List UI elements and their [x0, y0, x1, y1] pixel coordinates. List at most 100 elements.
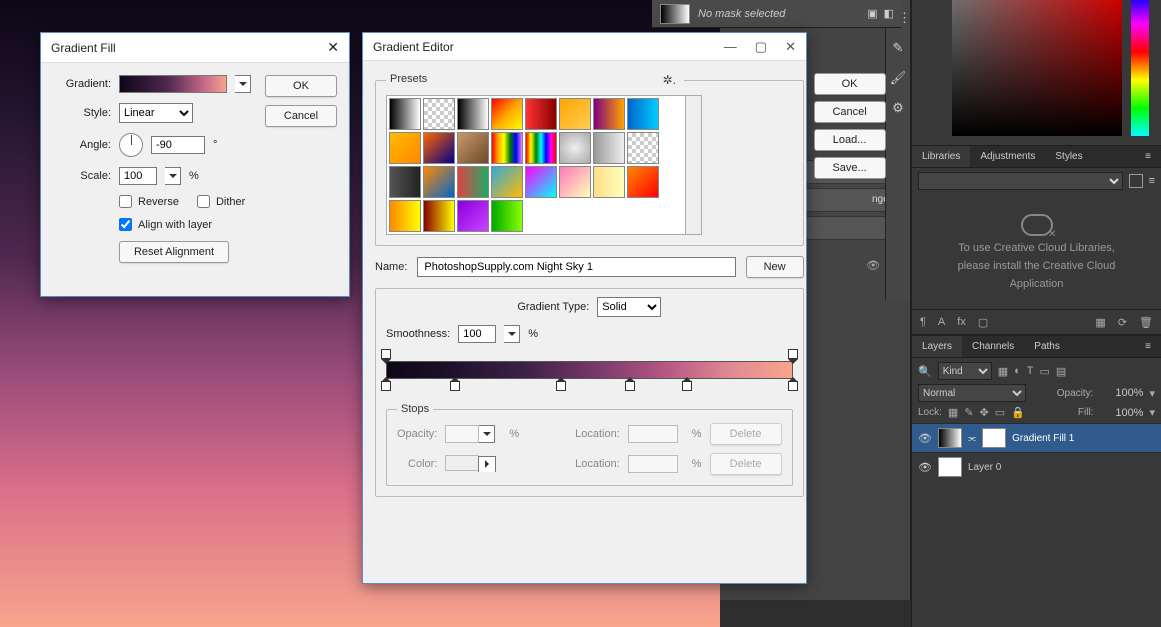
close-icon[interactable]: ✕ — [785, 39, 796, 55]
preset-swatch[interactable] — [423, 200, 455, 232]
tab-layers[interactable]: Layers — [912, 336, 962, 357]
align-checkbox[interactable]: Align with layer — [119, 218, 212, 231]
preset-swatch[interactable] — [423, 132, 455, 164]
eyedropper-icon[interactable]: ✎ — [893, 40, 904, 56]
tab-styles[interactable]: Styles — [1045, 146, 1092, 167]
minimize-icon[interactable]: — — [724, 39, 737, 55]
preset-swatch[interactable] — [627, 132, 659, 164]
layer-row[interactable]: 👁 Layer 0 — [912, 452, 1161, 481]
preset-swatch[interactable] — [389, 200, 421, 232]
brush-icon[interactable]: 🖌 — [890, 70, 907, 86]
gradient-swatch[interactable] — [119, 75, 227, 93]
color-stop[interactable] — [625, 381, 635, 391]
reverse-checkbox[interactable]: Reverse — [119, 195, 179, 208]
layer-row[interactable]: 👁 ⫘ Gradient Fill 1 — [912, 423, 1161, 452]
gear-icon[interactable]: ⚙ — [892, 100, 904, 116]
reset-alignment-button[interactable]: Reset Alignment — [119, 241, 229, 263]
gradient-bar[interactable] — [386, 349, 793, 389]
preset-swatch[interactable] — [457, 132, 489, 164]
sat-val-field[interactable] — [952, 0, 1122, 136]
list-view-icon[interactable]: ≡ — [1149, 175, 1155, 187]
preset-swatch[interactable] — [559, 166, 591, 198]
preset-swatch[interactable] — [559, 98, 591, 130]
preset-swatch[interactable] — [593, 166, 625, 198]
panel-menu-icon[interactable]: ≡ — [1135, 336, 1161, 357]
dither-checkbox[interactable]: Dither — [197, 195, 245, 208]
color-stop[interactable] — [788, 381, 798, 391]
preset-swatch[interactable] — [627, 98, 659, 130]
preset-swatch[interactable] — [593, 98, 625, 130]
filter-type-icon[interactable]: T — [1027, 365, 1034, 377]
preset-swatch[interactable] — [525, 166, 557, 198]
tab-libraries[interactable]: Libraries — [912, 146, 970, 167]
preset-swatch[interactable] — [457, 98, 489, 130]
scale-input[interactable] — [119, 167, 157, 185]
gradient-preview[interactable] — [386, 361, 793, 379]
scrollbar[interactable] — [686, 95, 702, 235]
smoothness-dropdown-icon[interactable] — [504, 325, 520, 343]
lock-brush-icon[interactable]: ✎ — [964, 406, 973, 419]
dialog-titlebar[interactable]: Gradient Editor — ▢ ✕ — [363, 33, 806, 61]
preset-swatch[interactable] — [389, 166, 421, 198]
preset-swatch[interactable] — [491, 132, 523, 164]
preset-swatch[interactable] — [389, 132, 421, 164]
trash-icon[interactable]: 🗑 — [1139, 316, 1153, 329]
chevron-down-icon[interactable]: ▾ — [1149, 387, 1155, 400]
lock-artboard-icon[interactable]: ▭ — [995, 406, 1005, 419]
new-button[interactable]: New — [746, 256, 804, 278]
color-stop[interactable] — [450, 381, 460, 391]
preset-swatch[interactable] — [627, 166, 659, 198]
grid-view-icon[interactable] — [1129, 174, 1143, 188]
style-box-icon[interactable]: ▢ — [978, 316, 988, 329]
panel-menu-icon[interactable]: ≡ — [1135, 146, 1161, 167]
save-button[interactable]: Save... — [814, 157, 886, 179]
character-icon[interactable]: A — [938, 316, 945, 328]
hue-slider[interactable] — [1131, 0, 1149, 136]
opacity-stop[interactable] — [381, 349, 391, 359]
preset-swatch[interactable] — [457, 200, 489, 232]
link-icon[interactable]: ⫘ — [968, 433, 976, 444]
color-stop[interactable] — [556, 381, 566, 391]
filter-pixels-icon[interactable]: ▦ — [998, 365, 1008, 378]
cancel-button[interactable]: Cancel — [265, 105, 337, 127]
visibility-toggle-icon[interactable]: 👁 — [918, 461, 932, 474]
maximize-icon[interactable]: ▢ — [755, 39, 767, 55]
layer-thumb[interactable] — [938, 457, 962, 477]
preset-swatch[interactable] — [389, 98, 421, 130]
opacity-stop[interactable] — [788, 349, 798, 359]
style-select[interactable]: Linear — [119, 103, 193, 123]
gradient-dropdown-icon[interactable] — [235, 75, 251, 93]
preset-swatch[interactable] — [423, 98, 455, 130]
3d-icon[interactable]: ▦ — [1095, 316, 1105, 329]
layers-filter-kind[interactable]: Kind — [938, 362, 992, 380]
mask-rect-icon[interactable]: ◧ — [884, 7, 894, 20]
ok-button[interactable]: OK — [265, 75, 337, 97]
filter-adjust-icon[interactable]: ◐ — [1014, 365, 1021, 377]
filter-smart-icon[interactable]: ▤ — [1056, 365, 1066, 378]
lock-trans-icon[interactable]: ▦ — [948, 406, 958, 419]
chevron-down-icon[interactable]: ▾ — [1149, 406, 1155, 419]
lock-all-icon[interactable]: 🔒 — [1011, 406, 1025, 419]
tab-adjustments[interactable]: Adjustments — [970, 146, 1045, 167]
gradient-type-select[interactable]: Solid — [597, 297, 661, 317]
scale-dropdown-icon[interactable] — [165, 167, 181, 185]
color-picker[interactable] — [912, 0, 1161, 145]
color-stop[interactable] — [381, 381, 391, 391]
preset-swatch[interactable] — [457, 166, 489, 198]
smoothness-input[interactable] — [458, 325, 496, 343]
filter-shape-icon[interactable]: ▭ — [1040, 365, 1050, 378]
layer-name[interactable]: Gradient Fill 1 — [1012, 433, 1074, 444]
paragraph-icon[interactable]: ¶ — [920, 316, 926, 328]
preset-swatch[interactable] — [525, 132, 557, 164]
preset-swatch[interactable] — [491, 98, 523, 130]
gradient-name-input[interactable] — [417, 257, 735, 277]
cancel-button[interactable]: Cancel — [814, 101, 886, 123]
angle-input[interactable] — [151, 136, 205, 154]
close-icon[interactable]: ✕ — [327, 39, 339, 56]
preset-swatch[interactable] — [525, 98, 557, 130]
preset-swatch[interactable] — [593, 132, 625, 164]
preset-swatch[interactable] — [423, 166, 455, 198]
color-stop[interactable] — [682, 381, 692, 391]
dialog-titlebar[interactable]: Gradient Fill ✕ — [41, 33, 349, 63]
lock-move-icon[interactable]: ✥ — [980, 406, 989, 419]
